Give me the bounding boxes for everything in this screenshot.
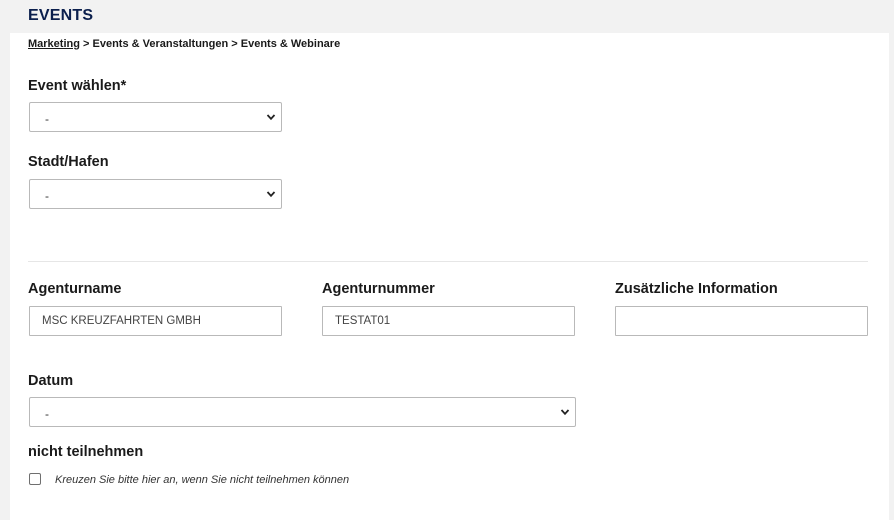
city-select[interactable]: - xyxy=(29,179,282,209)
not-attending-checkbox-label[interactable]: Kreuzen Sie bitte hier an, wenn Sie nich… xyxy=(55,474,349,486)
event-label: Event wählen* xyxy=(28,78,127,94)
events-form-panel: Marketing > Events & Veranstaltungen > E… xyxy=(10,33,889,520)
city-label: Stadt/Hafen xyxy=(28,154,109,170)
agency-number-value: TESTAT01 xyxy=(335,315,391,327)
chevron-down-icon xyxy=(560,409,570,416)
chevron-down-icon xyxy=(266,191,276,198)
agency-number-field[interactable]: TESTAT01 xyxy=(322,306,575,336)
page-title: EVENTS xyxy=(28,7,94,24)
agency-number-label: Agenturnummer xyxy=(322,281,435,297)
section-divider xyxy=(28,261,868,262)
not-attending-label: nicht teilnehmen xyxy=(28,444,144,460)
additional-info-field[interactable] xyxy=(615,306,868,336)
breadcrumb: Marketing > Events & Veranstaltungen > E… xyxy=(28,38,340,50)
not-attending-checkbox[interactable] xyxy=(29,473,41,485)
agency-name-field[interactable]: MSC KREUZFAHRTEN GMBH xyxy=(29,306,282,336)
event-select-value: - xyxy=(45,112,49,126)
breadcrumb-trail: > Events & Veranstaltungen > Events & We… xyxy=(79,38,341,50)
additional-info-label: Zusätzliche Information xyxy=(615,281,778,297)
agency-name-value: MSC KREUZFAHRTEN GMBH xyxy=(42,315,201,327)
date-label: Datum xyxy=(28,373,74,389)
date-select-value: - xyxy=(45,407,49,421)
city-select-value: - xyxy=(45,189,49,203)
breadcrumb-link-marketing[interactable]: Marketing xyxy=(28,38,80,50)
chevron-down-icon xyxy=(266,114,276,121)
event-select[interactable]: - xyxy=(29,102,282,132)
date-select[interactable]: - xyxy=(29,397,576,427)
agency-name-label: Agenturname xyxy=(28,281,122,297)
